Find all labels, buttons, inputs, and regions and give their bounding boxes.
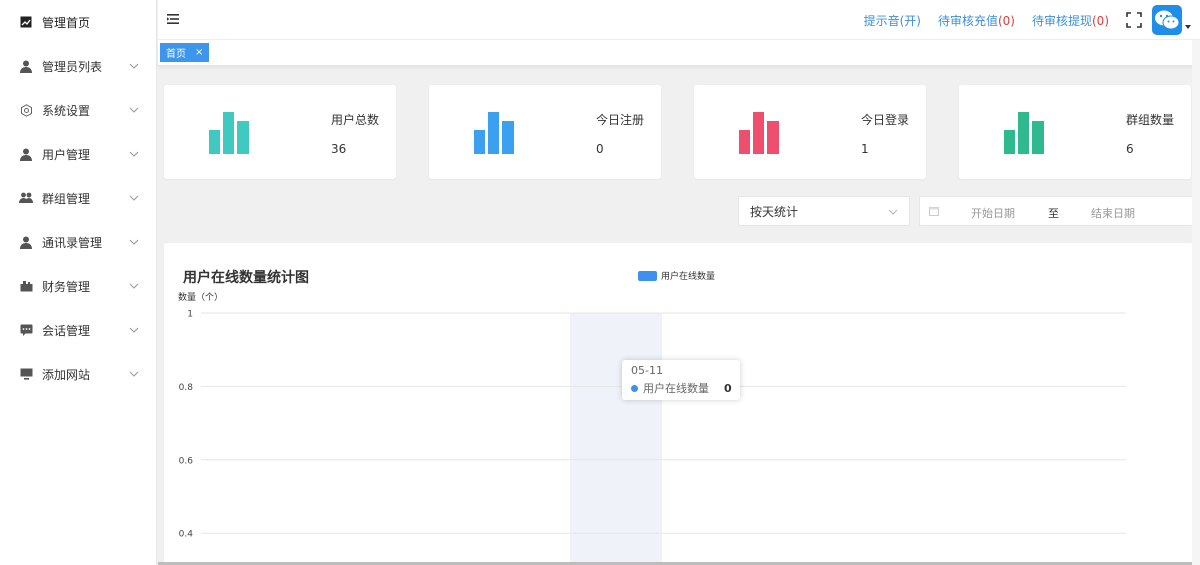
top-header: 提示音(开) 待审核充值(0) 待审核提现(0) [158, 0, 1200, 40]
monitor-icon [19, 367, 33, 381]
sidebar-item-label: 用户管理 [42, 147, 91, 162]
chart-title: 用户在线数量统计图 [183, 269, 309, 286]
sidebar-item-label: 系统设置 [42, 103, 91, 118]
chart-panel: 用户在线数量统计图 用户在线数量 数量（个） 1 0.8 0.6 0.4 05-11 用户在… [164, 243, 1193, 565]
gear-icon [19, 103, 33, 117]
legend-label: 用户在线数量 [661, 270, 715, 282]
tooltip-value: 0 [724, 381, 732, 395]
chevron-down-icon [129, 63, 139, 69]
sidebar-item-label: 群组管理 [42, 191, 91, 206]
date-range-picker[interactable]: 开始日期 至 结束日期 [919, 196, 1193, 226]
sidebar-item-3[interactable]: 用户管理 [0, 132, 156, 176]
sidebar-item-2[interactable]: 系统设置 [0, 88, 156, 132]
stat-value: 6 [1126, 142, 1134, 156]
online-users-chart: 用户在线数量统计图 用户在线数量数量（个）10.80.60.4 [178, 269, 1126, 565]
sidebar: 管理首页管理员列表系统设置用户管理群组管理通讯录管理财务管理会话管理添加网站 [0, 0, 157, 565]
wechat-icon [1155, 10, 1180, 30]
calendar-icon [929, 207, 939, 216]
page-scrollbar[interactable] [1192, 40, 1200, 565]
user-icon [19, 235, 33, 249]
end-date-input[interactable]: 结束日期 [1091, 205, 1135, 221]
chevron-down-icon[interactable] [1185, 25, 1191, 29]
sidebar-item-5[interactable]: 通讯录管理 [0, 220, 156, 264]
tooltip-row: 用户在线数量 0 [631, 380, 740, 396]
bar-chart-icon [474, 112, 514, 154]
user-icon [19, 59, 33, 73]
user-icon [19, 147, 33, 161]
header-actions: 提示音(开) 待审核充值(0) 待审核提现(0) [864, 0, 1200, 40]
bar-chart-icon [1004, 112, 1044, 154]
stat-title: 群组数量 [1126, 113, 1175, 127]
sidebar-item-label: 管理员列表 [42, 59, 103, 74]
chevron-down-icon [129, 283, 139, 289]
stat-mode-select[interactable]: 按天统计 [738, 196, 910, 226]
chart-line-icon [19, 15, 33, 29]
fullscreen-icon[interactable] [1126, 12, 1142, 28]
tab-home-label: 首页 [166, 49, 186, 60]
sidebar-item-label: 通讯录管理 [42, 235, 103, 250]
start-date-input[interactable]: 开始日期 [971, 205, 1015, 221]
series-dot-icon [631, 384, 638, 392]
y-tick-label: 1 [187, 310, 193, 320]
chevron-down-icon [129, 107, 139, 113]
sidebar-item-8[interactable]: 添加网站 [0, 352, 156, 396]
pending-withdraw-link[interactable]: 待审核提现(0) [1032, 12, 1109, 29]
close-icon[interactable]: × [195, 47, 203, 58]
stat-title: 今日注册 [596, 113, 645, 127]
sidebar-item-label: 添加网站 [42, 367, 91, 382]
finance-icon [19, 279, 33, 293]
stat-value: 0 [596, 142, 604, 156]
y-tick-label: 0.4 [179, 530, 194, 540]
stat-card: 今日注册 0 [429, 85, 661, 179]
sidebar-item-label: 会话管理 [42, 323, 91, 338]
pending-recharge-count: (0) [997, 13, 1015, 28]
sidebar-item-4[interactable]: 群组管理 [0, 176, 156, 220]
y-tick-label: 0.6 [179, 456, 194, 466]
chevron-down-icon [129, 327, 139, 333]
bar-chart-icon [739, 112, 779, 154]
axis-pointer-shadow [570, 313, 662, 565]
pending-recharge-link[interactable]: 待审核充值(0) [938, 12, 1015, 29]
chevron-down-icon [129, 239, 139, 245]
pending-withdraw-count: (0) [1092, 13, 1109, 28]
stat-card: 用户总数 36 [164, 85, 396, 179]
chevron-down-icon [129, 371, 139, 377]
sidebar-item-7[interactable]: 会话管理 [0, 308, 156, 352]
stat-card: 今日登录 1 [694, 85, 926, 179]
sidebar-item-6[interactable]: 财务管理 [0, 264, 156, 308]
sidebar-item-0[interactable]: 管理首页 [0, 0, 156, 44]
stat-value: 1 [861, 142, 869, 156]
bar-chart-icon [209, 112, 249, 154]
chat-icon [19, 323, 33, 337]
pending-recharge-label: 待审核充值 [937, 13, 998, 28]
stat-title: 今日登录 [861, 113, 910, 127]
stat-card: 群组数量 6 [959, 85, 1191, 179]
chevron-down-icon [129, 151, 139, 157]
sidebar-item-label: 财务管理 [42, 279, 91, 294]
sidebar-item-1[interactable]: 管理员列表 [0, 44, 156, 88]
pending-withdraw-label: 待审核提现 [1031, 13, 1092, 28]
menu-toggle-icon[interactable] [166, 12, 180, 26]
y-tick-label: 0.8 [179, 383, 194, 393]
date-separator: 至 [1048, 207, 1059, 220]
sidebar-item-label: 管理首页 [42, 15, 91, 30]
chevron-down-icon [888, 209, 898, 215]
stat-mode-value: 按天统计 [750, 204, 799, 219]
chevron-down-icon [129, 195, 139, 201]
legend-swatch [638, 271, 657, 281]
tooltip-series-name: 用户在线数量 [643, 382, 709, 395]
sound-toggle-link[interactable]: 提示音(开) [864, 12, 921, 29]
avatar[interactable] [1152, 5, 1182, 35]
stat-value: 36 [331, 142, 347, 156]
stat-title: 用户总数 [331, 113, 380, 127]
chart-tooltip: 05-11 用户在线数量 0 [622, 360, 740, 400]
tab-bar: 首页 × [158, 40, 1200, 66]
y-axis-label: 数量（个） [178, 291, 223, 303]
tab-home[interactable]: 首页 × [160, 43, 210, 62]
tooltip-date: 05-11 [631, 364, 663, 377]
sidebar-menu: 管理首页管理员列表系统设置用户管理群组管理通讯录管理财务管理会话管理添加网站 [0, 0, 156, 396]
group-icon [19, 191, 33, 205]
